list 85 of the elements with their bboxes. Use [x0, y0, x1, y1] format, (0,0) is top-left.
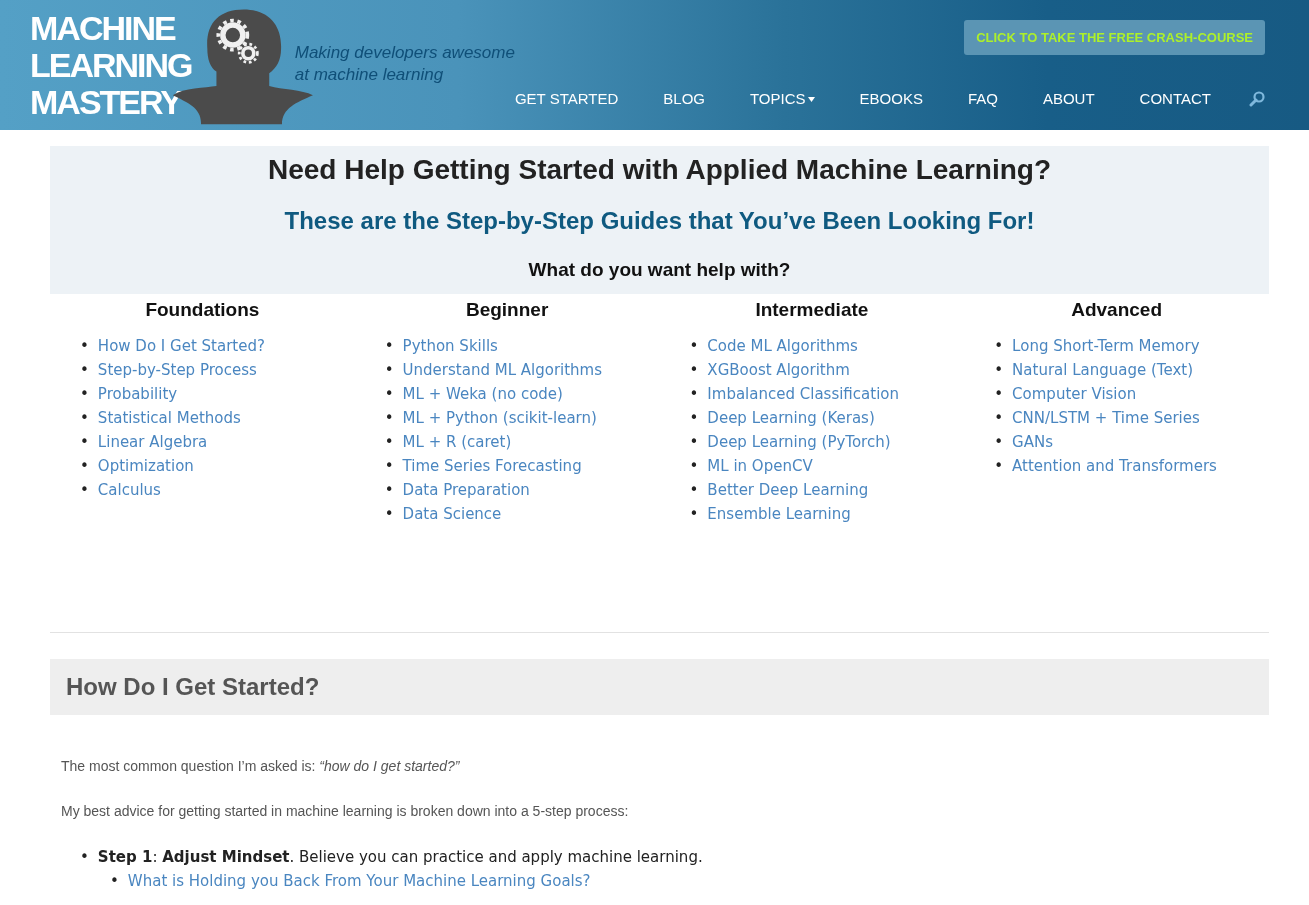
guide-link[interactable]: GANs	[1012, 430, 1054, 454]
list-bullet: •	[689, 384, 699, 405]
guide-link[interactable]: ML + Python (scikit-learn)	[402, 406, 597, 430]
guide-link[interactable]: ML + R (caret)	[402, 430, 512, 454]
guide-link[interactable]: XGBoost Algorithm	[707, 358, 850, 382]
list-bullet: •	[384, 504, 394, 525]
body-text: The most common question I’m asked is: “how do I get started?”	[60, 757, 461, 776]
crash-course-button[interactable]: CLICK TO TAKE THE FREE CRASH-COURSE	[964, 20, 1265, 55]
list-bullet: •	[80, 456, 89, 477]
logo-text: LEARNING	[30, 47, 193, 84]
nav-link[interactable]: BLOG	[663, 89, 705, 107]
guide-link[interactable]: How Do I Get Started?	[97, 334, 265, 358]
list-bullet: •	[994, 408, 1004, 429]
list-bullet: •	[384, 408, 394, 429]
list-bullet: •	[994, 360, 1004, 381]
guide-link[interactable]: Data Science	[402, 502, 502, 526]
list-bullet: •	[80, 384, 89, 405]
guide-link[interactable]: Code ML Algorithms	[707, 334, 858, 358]
guide-link[interactable]: Step-by-Step Process	[97, 358, 257, 382]
guide-link[interactable]: Natural Language (Text)	[1012, 358, 1194, 382]
article-link[interactable]: What is Holding you Back From Your Machine Learning Goals?	[127, 869, 591, 893]
list-bullet: •	[689, 480, 699, 501]
column-heading: Intermediate	[755, 298, 869, 322]
list-bullet: •	[384, 360, 394, 381]
guide-link[interactable]: Statistical Methods	[97, 406, 241, 430]
step-text: Step 1: Adjust Mindset. Believe you can practice and apply machine learning.	[97, 847, 703, 868]
nav-link[interactable]: EBOOKS	[859, 89, 923, 107]
guide-link[interactable]: ML + Weka (no code)	[402, 382, 563, 406]
guide-link[interactable]: Imbalanced Classification	[707, 382, 899, 406]
guide-link[interactable]: Data Preparation	[402, 478, 530, 502]
list-bullet: •	[994, 336, 1004, 357]
column-heading: Beginner	[465, 298, 549, 322]
list-bullet: •	[689, 504, 699, 525]
list-bullet: •	[384, 480, 394, 501]
nav-link[interactable]: FAQ	[967, 89, 998, 107]
guide-link[interactable]: CNN/LSTM + Time Series	[1012, 406, 1200, 430]
list-bullet: •	[994, 384, 1004, 405]
nav-link[interactable]: CONTACT	[1139, 89, 1211, 107]
list-bullet: •	[110, 871, 119, 892]
section-heading: How Do I Get Started?	[50, 659, 1269, 715]
column-heading: Foundations	[145, 298, 260, 322]
guide-link[interactable]: Linear Algebra	[97, 430, 208, 454]
list-bullet: •	[80, 432, 89, 453]
list-bullet: •	[80, 360, 89, 381]
list-bullet: •	[384, 432, 394, 453]
list-bullet: •	[80, 408, 89, 429]
logo-text: MACHINE	[30, 10, 177, 47]
guide-link[interactable]: ML in OpenCV	[707, 454, 813, 478]
guide-link[interactable]: Better Deep Learning	[707, 478, 869, 502]
list-bullet: •	[994, 456, 1004, 477]
page-title: Need Help Getting Started with Applied Machine Learning?	[268, 154, 1051, 186]
page-subtitle: These are the Step-by-Step Guides that You’ve Been Looking For!	[284, 206, 1035, 236]
help-question: What do you want help with?	[528, 258, 791, 282]
guide-link[interactable]: Deep Learning (Keras)	[707, 406, 875, 430]
list-bullet: •	[384, 384, 394, 405]
guide-link[interactable]: Computer Vision	[1012, 382, 1137, 406]
guide-link[interactable]: Deep Learning (PyTorch)	[707, 430, 891, 454]
tagline-text: Making developers awesome	[294, 42, 515, 64]
list-bullet: •	[689, 336, 699, 357]
nav-link[interactable]: ABOUT	[1042, 89, 1095, 107]
list-bullet: •	[80, 336, 89, 357]
list-bullet: •	[80, 480, 89, 501]
list-bullet: •	[384, 336, 394, 357]
list-bullet: •	[994, 432, 1004, 453]
list-bullet: •	[689, 360, 699, 381]
guide-link[interactable]: Python Skills	[402, 334, 498, 358]
list-bullet: •	[689, 408, 699, 429]
nav-link[interactable]: TOPICS	[749, 89, 815, 107]
guide-link[interactable]: Time Series Forecasting	[402, 454, 582, 478]
tagline-text: at machine learning	[294, 64, 445, 86]
list-bullet: •	[689, 456, 699, 477]
list-bullet: •	[689, 432, 699, 453]
guide-link[interactable]: Calculus	[97, 478, 161, 502]
list-bullet: •	[384, 456, 394, 477]
guide-link[interactable]: Long Short-Term Memory	[1012, 334, 1200, 358]
column-heading: Advanced	[1071, 298, 1163, 322]
guide-link[interactable]: Attention and Transformers	[1012, 454, 1217, 478]
list-bullet: •	[80, 847, 89, 868]
logo-text: MASTERY	[30, 84, 183, 121]
guide-link[interactable]: Ensemble Learning	[707, 502, 851, 526]
body-text: My best advice for getting started in machine learning is broken down into a 5-step process:	[60, 802, 630, 821]
guide-link[interactable]: Understand ML Algorithms	[402, 358, 603, 382]
guide-link[interactable]: Probability	[97, 382, 178, 406]
guide-link[interactable]: Optimization	[97, 454, 194, 478]
nav-link[interactable]: GET STARTED	[514, 89, 619, 107]
